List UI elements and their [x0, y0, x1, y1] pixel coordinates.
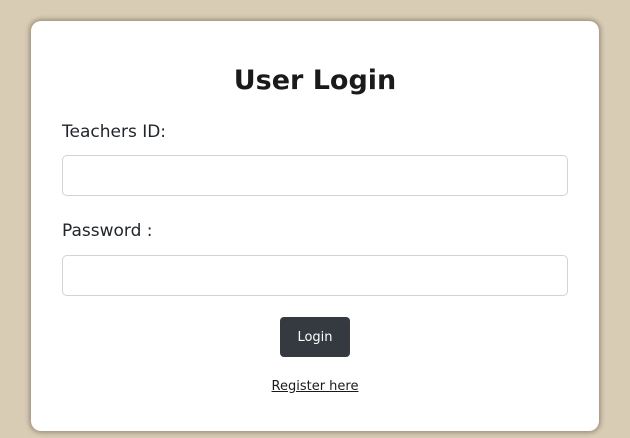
- page-title: User Login: [233, 65, 397, 96]
- password-input[interactable]: [62, 255, 568, 296]
- register-link[interactable]: Register here: [272, 379, 359, 394]
- login-card: User Login Teachers ID: Password : Login…: [31, 21, 599, 431]
- register-link-container: Register here: [31, 378, 599, 396]
- password-label: Password :: [62, 221, 153, 241]
- teachers-id-label: Teachers ID:: [62, 122, 167, 142]
- login-button[interactable]: Login: [280, 317, 350, 357]
- teachers-id-input[interactable]: [62, 155, 568, 196]
